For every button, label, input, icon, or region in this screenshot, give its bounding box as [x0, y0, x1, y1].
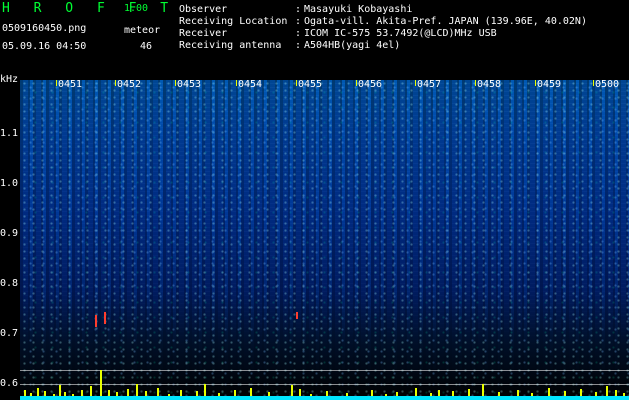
antenna-key: Receiving antenna: [179, 40, 282, 51]
time-label: 0451: [58, 80, 83, 90]
location-row: Receiving Location : Ogata-vill. Akita-P…: [179, 16, 625, 28]
app-title: H R O F F T: [2, 1, 177, 16]
y-tick-label: 0.9: [0, 228, 19, 239]
observer-separator: :: [294, 4, 302, 15]
location-separator: :: [294, 16, 302, 27]
time-label: 0453: [177, 80, 202, 90]
observer-value: Masayuki Kobayashi: [304, 4, 413, 15]
time-marker: [236, 80, 237, 86]
meteor-label: meteor: [124, 25, 161, 36]
app-version: 1.00: [124, 3, 149, 14]
time-marker: [296, 80, 297, 86]
time-marker: [535, 80, 536, 86]
meteor-count: 46: [140, 41, 153, 52]
location-key: Receiving Location: [179, 16, 288, 27]
receiver-value: ICOM IC-575 53.7492(@LCD)MHz USB: [304, 28, 497, 39]
time-label: 0457: [417, 80, 442, 90]
time-marker: [356, 80, 357, 86]
y-tick-label: 0.7: [0, 328, 19, 339]
y-tick-label: 0.6: [0, 378, 19, 389]
time-marker: [175, 80, 176, 86]
antenna-row: Receiving antenna : A504HB(yagi 4el): [179, 40, 625, 52]
metadata-panel: Observer : Masayuki Kobayashi Receiving …: [179, 4, 625, 52]
filename: 0509160450.png: [2, 23, 87, 34]
y-tick-label: 1.0: [0, 178, 19, 189]
antenna-separator: :: [294, 40, 302, 51]
frequency-guide-line: [20, 370, 629, 371]
spectrogram-canvas: 0451 0452 0453 0454 0455 0456 0457 0458 0459 0500: [20, 80, 629, 400]
timestamp: 05.09.16 04:50: [2, 41, 87, 52]
location-value: Ogata-vill. Akita-Pref. JAPAN (139.96E, …: [304, 16, 587, 27]
y-tick-label: 1.1: [0, 128, 19, 139]
y-tick-label: 0.8: [0, 278, 19, 289]
header-left: H R O F F T 1.00 0509160450.png meteor 0…: [0, 0, 170, 64]
time-marker: [115, 80, 116, 86]
time-label: 0455: [298, 80, 323, 90]
time-label: 0454: [238, 80, 263, 90]
time-label: 0459: [537, 80, 562, 90]
spectrogram-frame: 0451 0452 0453 0454 0455 0456 0457 0458 0459 0500…: [0, 80, 629, 400]
time-marker: [475, 80, 476, 86]
time-marker: [56, 80, 57, 86]
receiver-separator: :: [294, 28, 302, 39]
spectrogram-noise-layer: [20, 80, 629, 400]
antenna-value: A504HB(yagi 4el): [304, 40, 401, 51]
time-label: 0452: [117, 80, 142, 90]
time-marker: [593, 80, 594, 86]
observer-key: Observer: [179, 4, 228, 15]
time-marker: [415, 80, 416, 86]
time-label: 0456: [358, 80, 383, 90]
time-label: 0500: [595, 80, 620, 90]
meteor-echo-mark: [296, 312, 298, 319]
receiver-key: Receiver: [179, 28, 228, 39]
receiver-row: Receiver : ICOM IC-575 53.7492(@LCD)MHz …: [179, 28, 625, 40]
spectrogram-baseline: [20, 396, 629, 400]
meteor-echo-mark: [104, 312, 106, 324]
meteor-echo-mark: [95, 315, 97, 327]
observer-row: Observer : Masayuki Kobayashi: [179, 4, 625, 16]
time-label: 0458: [477, 80, 502, 90]
frequency-guide-line: [20, 384, 629, 385]
